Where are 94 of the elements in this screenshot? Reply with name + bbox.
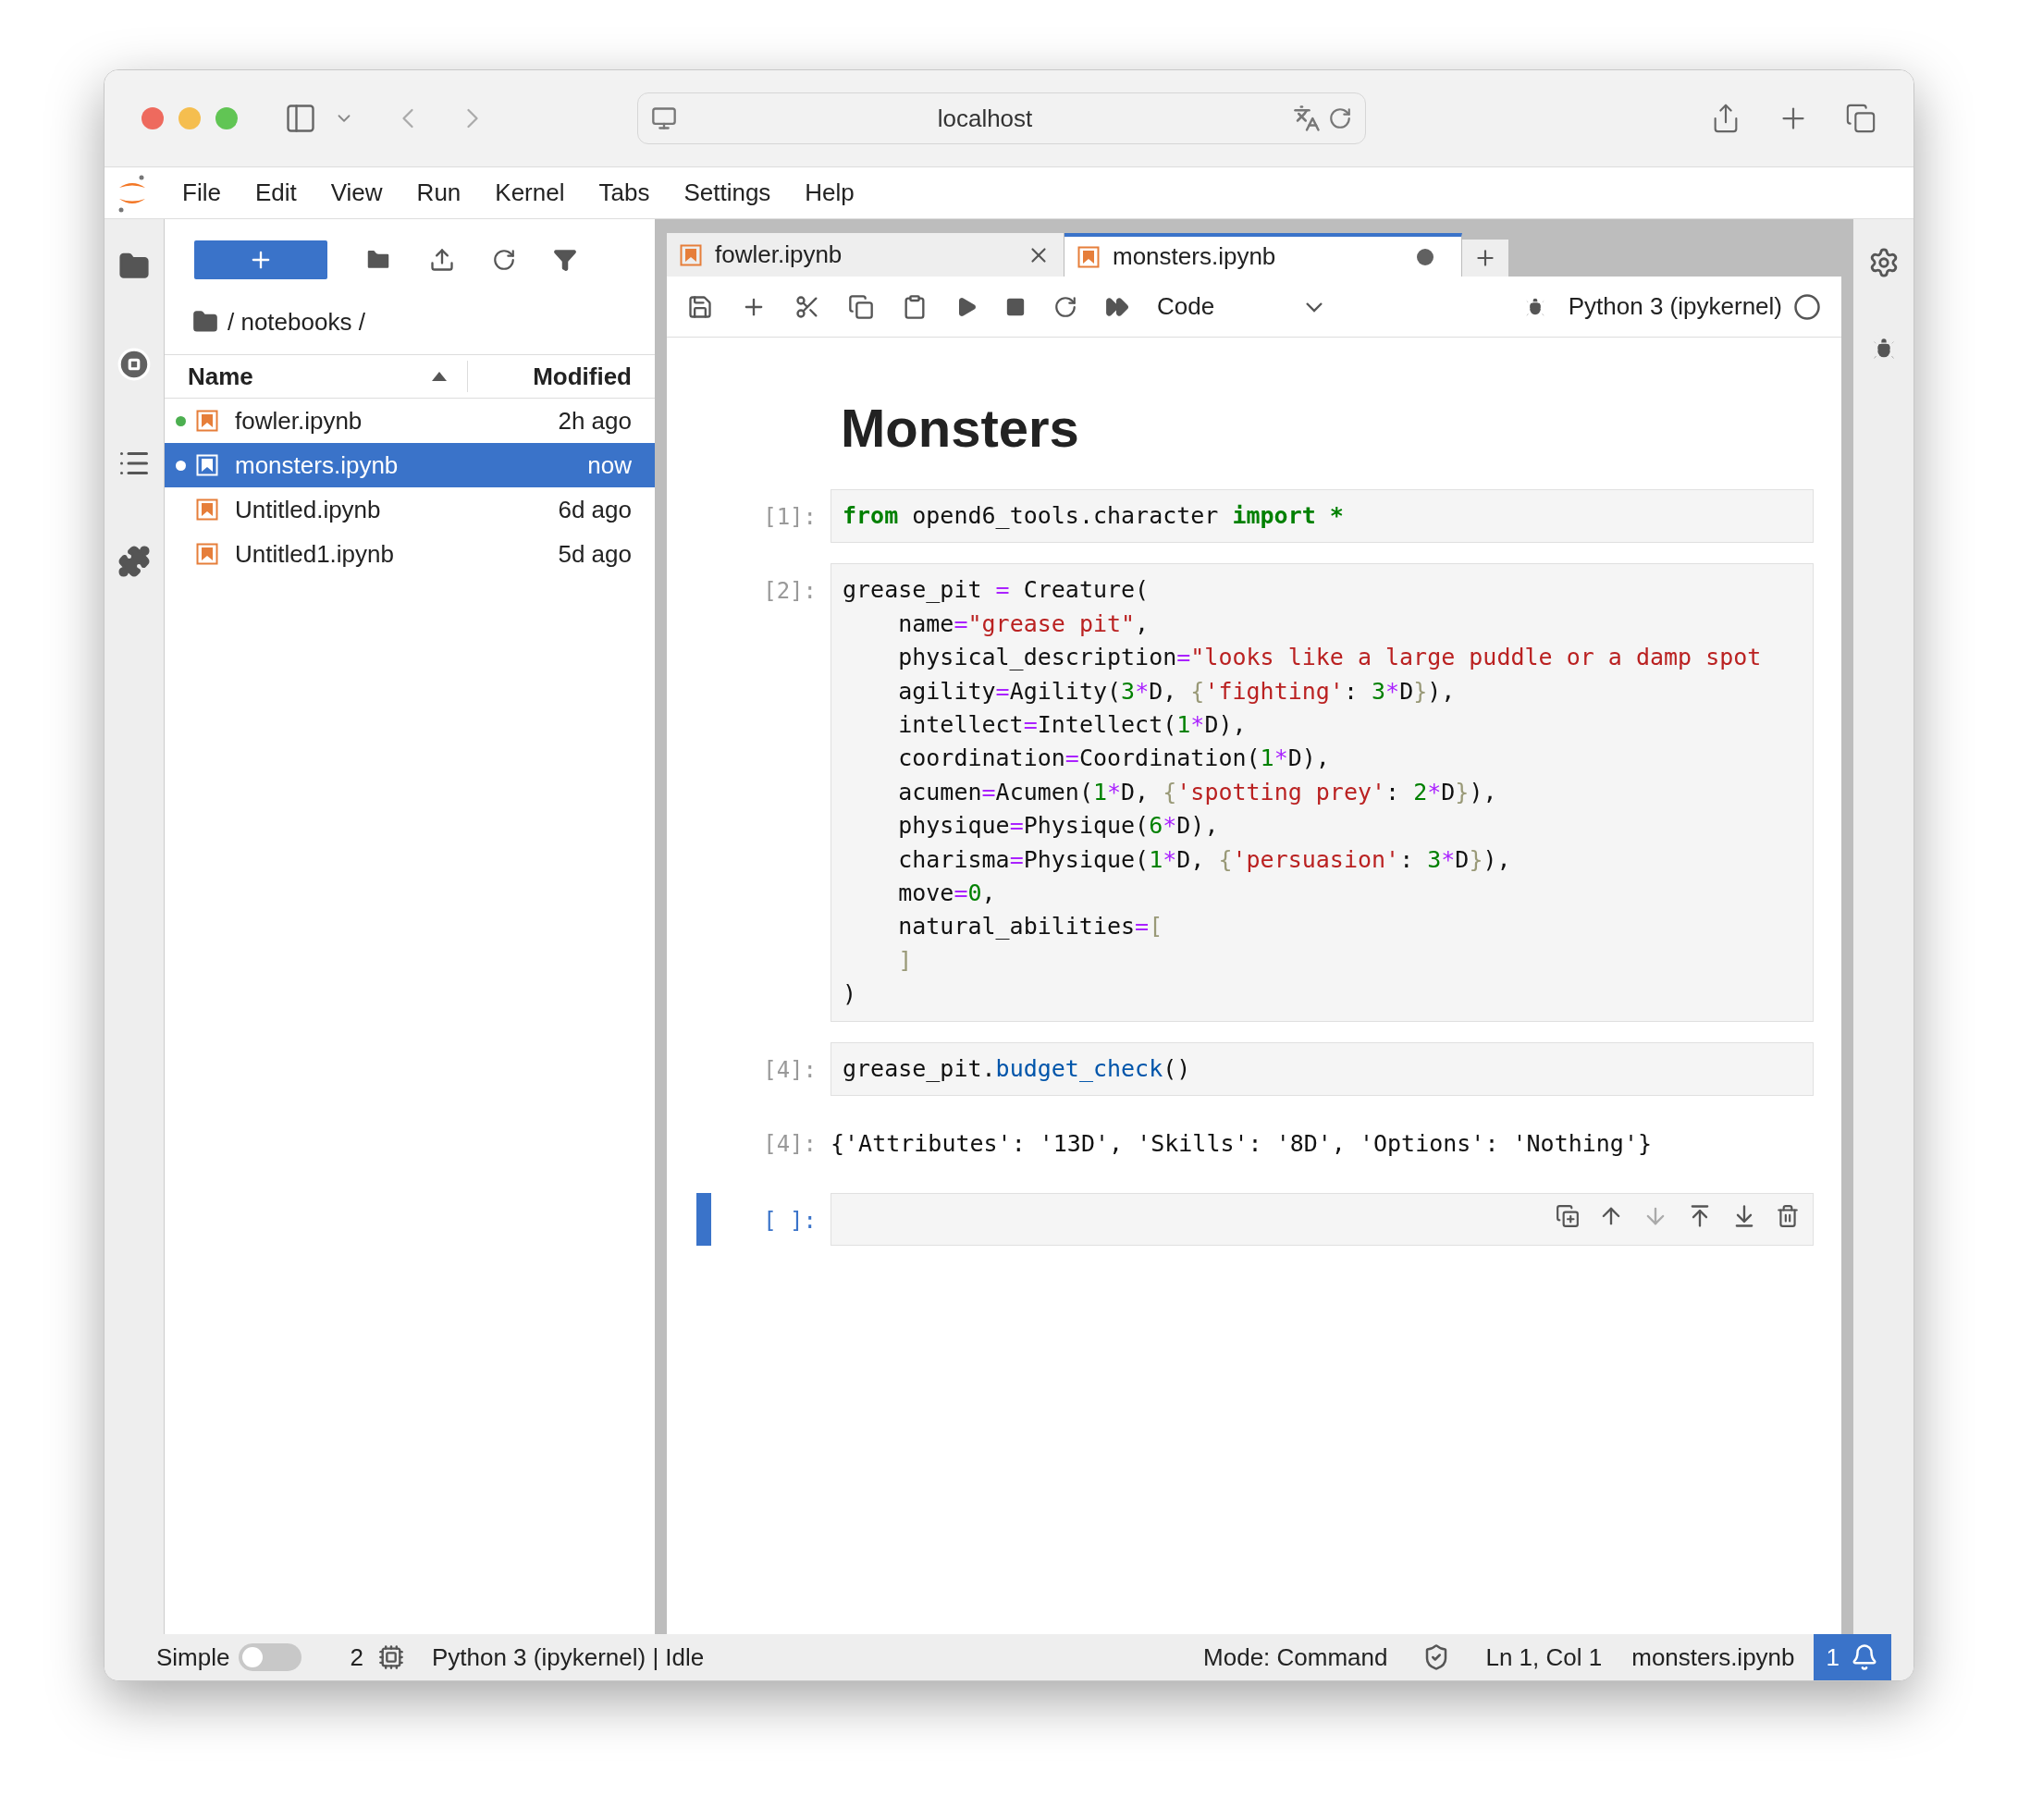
cell-prompt: [1]:	[763, 503, 817, 532]
column-header[interactable]: Name	[188, 358, 432, 395]
code-line: charisma=Physique(1*D, {'persuasion': 3*D}),	[897, 844, 1511, 875]
code-cell-editor[interactable]	[831, 1192, 1814, 1246]
code-line: )	[843, 979, 857, 1010]
stop-circle-icon[interactable]	[117, 347, 152, 382]
stop-button[interactable]	[1005, 296, 1026, 317]
editor-mode[interactable]: Mode: Command	[1203, 1639, 1388, 1676]
restart-button[interactable]	[1053, 294, 1077, 319]
chip-icon[interactable]	[377, 1644, 404, 1670]
cursor-position[interactable]: Ln 1, Col 1	[1485, 1639, 1603, 1676]
file-row[interactable]: monsters.ipynb now	[165, 443, 655, 487]
code-cell-editor[interactable]: from opend6_tools.character import *	[831, 489, 1814, 544]
tab-overview-icon[interactable]	[1845, 103, 1876, 134]
simple-mode-switch[interactable]	[239, 1643, 302, 1671]
menu-item[interactable]: Kernel	[495, 175, 565, 211]
menu-item[interactable]: Help	[805, 175, 855, 211]
menu-item[interactable]: Run	[416, 175, 461, 211]
translate-icon[interactable]	[1293, 105, 1321, 132]
notebook-file-icon	[196, 498, 218, 521]
cell-prompt: [ ]:	[763, 1206, 817, 1236]
menu-item[interactable]: Settings	[683, 175, 771, 211]
page-icon	[651, 105, 677, 131]
notebook-file-icon	[196, 410, 218, 432]
code-line: grease_pit = Creature(	[843, 575, 1150, 606]
upload-icon[interactable]	[429, 247, 455, 273]
code-cell-editor[interactable]: grease_pit.budget_check()	[831, 1041, 1814, 1097]
cell-prompt: [2]:	[763, 577, 817, 607]
menu-item[interactable]: File	[182, 175, 221, 211]
code-line: coordination=Coordination(1*D),	[897, 744, 1330, 774]
cell-prompt: [4]:	[763, 1130, 817, 1160]
folder-icon	[192, 309, 218, 335]
current-file: monsters.ipynb	[1631, 1642, 1795, 1673]
code-line: acumen=Acumen(1*D, {'spotting prey': 2*D}),	[897, 777, 1497, 807]
mode-label: Simple	[156, 1642, 230, 1673]
file-modified: 5d ago	[558, 538, 632, 570]
caret-icon	[1305, 301, 1323, 313]
filter-icon[interactable]	[553, 248, 577, 272]
file-name: Untitled.ipynb	[235, 494, 382, 525]
column-header[interactable]: Modified	[468, 358, 655, 395]
code-line: agility=Agility(3*D, {'fighting': 3*D}),	[897, 676, 1456, 707]
reload-icon[interactable]	[1328, 106, 1352, 130]
address-bar[interactable]: localhost	[637, 92, 1366, 144]
sidebar-toggle-icon[interactable]	[284, 102, 317, 135]
copy-button[interactable]	[848, 293, 874, 320]
bell-icon	[1851, 1643, 1878, 1671]
notebook-tab[interactable]: fowler.ipynb	[667, 233, 1064, 277]
file-row[interactable]: fowler.ipynb 2h ago	[165, 399, 655, 443]
code-line: ]	[897, 945, 913, 976]
notebook-file-icon	[196, 543, 218, 565]
code-line: natural_abilities=[	[897, 912, 1163, 942]
sort-ascending-icon	[432, 372, 447, 381]
kernel-name[interactable]: Python 3 (ipykernel)	[1568, 289, 1782, 325]
menu-item[interactable]: View	[330, 175, 383, 211]
file-row[interactable]: Untitled1.ipynb 5d ago	[165, 532, 655, 576]
tab-label: fowler.ipynb	[715, 240, 843, 270]
code-line: name="grease pit",	[897, 609, 1150, 639]
breadcrumb-path[interactable]: / notebooks /	[228, 303, 365, 340]
tab-label: monsters.ipynb	[1113, 241, 1277, 272]
notebook-file-icon	[1077, 245, 1100, 268]
kernel-count[interactable]: 2	[350, 1639, 363, 1676]
delete-cell-button[interactable]	[1776, 1203, 1800, 1228]
cell-prompt: [4]:	[763, 1055, 817, 1085]
code-line: {'Attributes': '13D', 'Skills': '8D', 'Options': 'Nothing'}	[831, 1129, 1653, 1160]
file-modified: 6d ago	[558, 494, 632, 525]
notifications-button[interactable]: 1	[1813, 1634, 1891, 1680]
code-line: intellect=Intellect(1*D),	[897, 710, 1247, 741]
code-line: move=0,	[897, 879, 996, 909]
kernel-idle-icon	[1793, 292, 1821, 321]
code-line: physique=Physique(6*D),	[897, 811, 1219, 842]
refresh-icon[interactable]	[492, 248, 516, 272]
notebook-tab[interactable]: monsters.ipynb	[1064, 233, 1462, 277]
menu-item[interactable]: Tabs	[598, 175, 650, 211]
duplicate-cell-button[interactable]	[1556, 1203, 1580, 1228]
file-name: Untitled1.ipynb	[235, 538, 395, 570]
cell-type-dropdown[interactable]: Code	[1157, 289, 1323, 325]
file-row[interactable]: Untitled.ipynb 6d ago	[165, 487, 655, 532]
notebook-file-icon	[680, 243, 702, 266]
add-tab-button[interactable]	[1462, 240, 1508, 277]
menu-item[interactable]: Edit	[254, 175, 297, 211]
puzzle-icon[interactable]	[117, 545, 151, 578]
file-modified: now	[587, 449, 632, 481]
address-text: localhost	[936, 103, 1034, 134]
code-line: grease_pit.budget_check()	[843, 1053, 1191, 1084]
code-line: physical_description="looks like a large puddle or a damp spot	[897, 643, 1762, 673]
code-line: from opend6_tools.character import *	[843, 501, 1344, 531]
code-cell-editor[interactable]	[831, 563, 1814, 1022]
notebook-heading: Monsters	[841, 396, 1079, 460]
save-button[interactable]	[687, 293, 713, 320]
file-modified: 2h ago	[558, 405, 632, 437]
notebook-file-icon	[196, 454, 218, 476]
kernel-status[interactable]: Python 3 (ipykernel) | Idle	[431, 1639, 705, 1676]
file-name: fowler.ipynb	[235, 405, 363, 437]
file-name: monsters.ipynb	[235, 449, 400, 481]
